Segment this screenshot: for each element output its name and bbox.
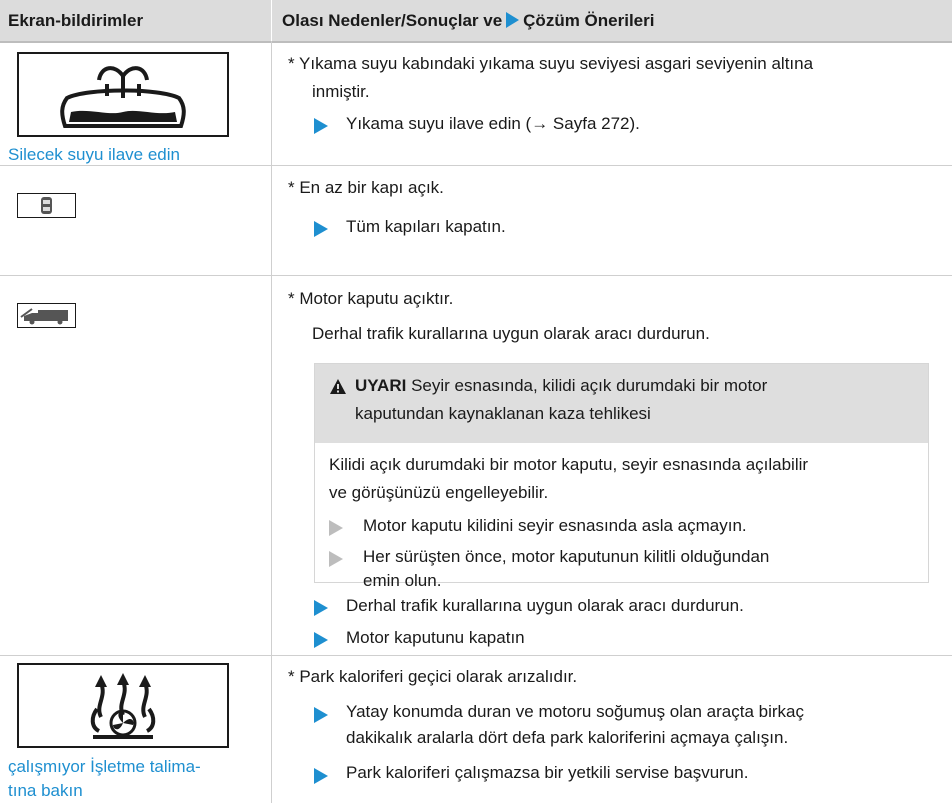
column-header-messages: Ekran-bildirimler: [8, 11, 144, 30]
table-header: Ekran-bildirimler Olası Nedenler/Sonuçla…: [0, 0, 952, 43]
warning-title: UYARI: [355, 376, 407, 395]
warning-title-line2: kaputundan kaynaklanan kaza tehlikesi: [355, 404, 651, 423]
column-header-causes-text: Olası Nedenler/Sonuçlar ve: [282, 11, 503, 30]
washer-fluid-icon: [17, 52, 229, 137]
parking-heater-icon: [17, 663, 229, 748]
message-label: Silecek suyu ilave edin: [8, 145, 180, 164]
row-divider: [0, 655, 952, 656]
message-label: çalışmıyor İşletme talima-: [8, 757, 201, 776]
door-open-icon: [17, 193, 76, 218]
hood-open-icon: [17, 303, 76, 328]
note-text: Derhal trafik kurallarına uygun olarak a…: [312, 324, 710, 343]
arrow-right-icon: [329, 520, 343, 536]
arrow-right-icon: [314, 632, 328, 648]
row-divider: [0, 275, 952, 276]
warning-body-cont: ve görüşünüzü engelleyebilir.: [329, 483, 549, 502]
cause-text: * En az bir kapı açık.: [288, 178, 444, 197]
column-header-causes: Olası Nedenler/Sonuçlar ve Çözüm Öneriler…: [282, 11, 654, 31]
action-text: Derhal trafik kurallarına uygun olarak a…: [346, 596, 744, 615]
action-text: Yıkama suyu ilave edin (→ Sayfa 272).: [346, 114, 640, 133]
warning-item: Her sürüşten önce, motor kaputunun kilit…: [363, 547, 770, 566]
arrow-right-icon: [314, 118, 328, 134]
warning-box: UYARI Seyir esnasında, kilidi açık durum…: [314, 363, 929, 590]
arrow-right-icon: [314, 768, 328, 784]
warning-title-line: UYARI Seyir esnasında, kilidi açık durum…: [355, 374, 767, 398]
message-label-cont: tına bakın: [8, 781, 83, 800]
arrow-right-icon: [314, 707, 328, 723]
column-header-solutions-text: Çözüm Önerileri: [523, 11, 655, 30]
warning-title-rest: Seyir esnasında, kilidi açık durumdaki b…: [411, 376, 768, 395]
cause-text: * Park kaloriferi geçici olarak arızalıd…: [288, 667, 578, 686]
warning-item: Motor kaputu kilidini seyir esnasında as…: [363, 516, 747, 535]
cause-text: * Motor kaputu açıktır.: [288, 289, 454, 308]
warning-triangle-icon: [330, 379, 346, 394]
action-text: Motor kaputunu kapatın: [346, 628, 525, 647]
action-text: Tüm kapıları kapatın.: [346, 217, 506, 236]
warning-header: UYARI Seyir esnasında, kilidi açık durum…: [315, 364, 928, 443]
header-divider: [271, 0, 272, 41]
arrow-right-icon: [314, 600, 328, 616]
cause-text: * Yıkama suyu kabındaki yıkama suyu sevi…: [288, 54, 814, 73]
warning-body: Kilidi açık durumdaki bir motor kaputu, …: [329, 455, 809, 474]
warning-item-cont: emin olun.: [363, 571, 442, 590]
column-divider: [271, 41, 272, 803]
cause-text-cont: inmiştir.: [312, 82, 370, 101]
arrow-right-icon: [506, 12, 520, 28]
arrow-right-icon: [329, 551, 343, 567]
action-text: Yatay konumda duran ve motoru soğumuş ol…: [346, 702, 804, 721]
action-text-cont: dakikalık aralarla dört defa park kalori…: [346, 728, 789, 747]
arrow-right-icon: [314, 221, 328, 237]
action-text: Park kaloriferi çalışmazsa bir yetkili s…: [346, 763, 749, 782]
